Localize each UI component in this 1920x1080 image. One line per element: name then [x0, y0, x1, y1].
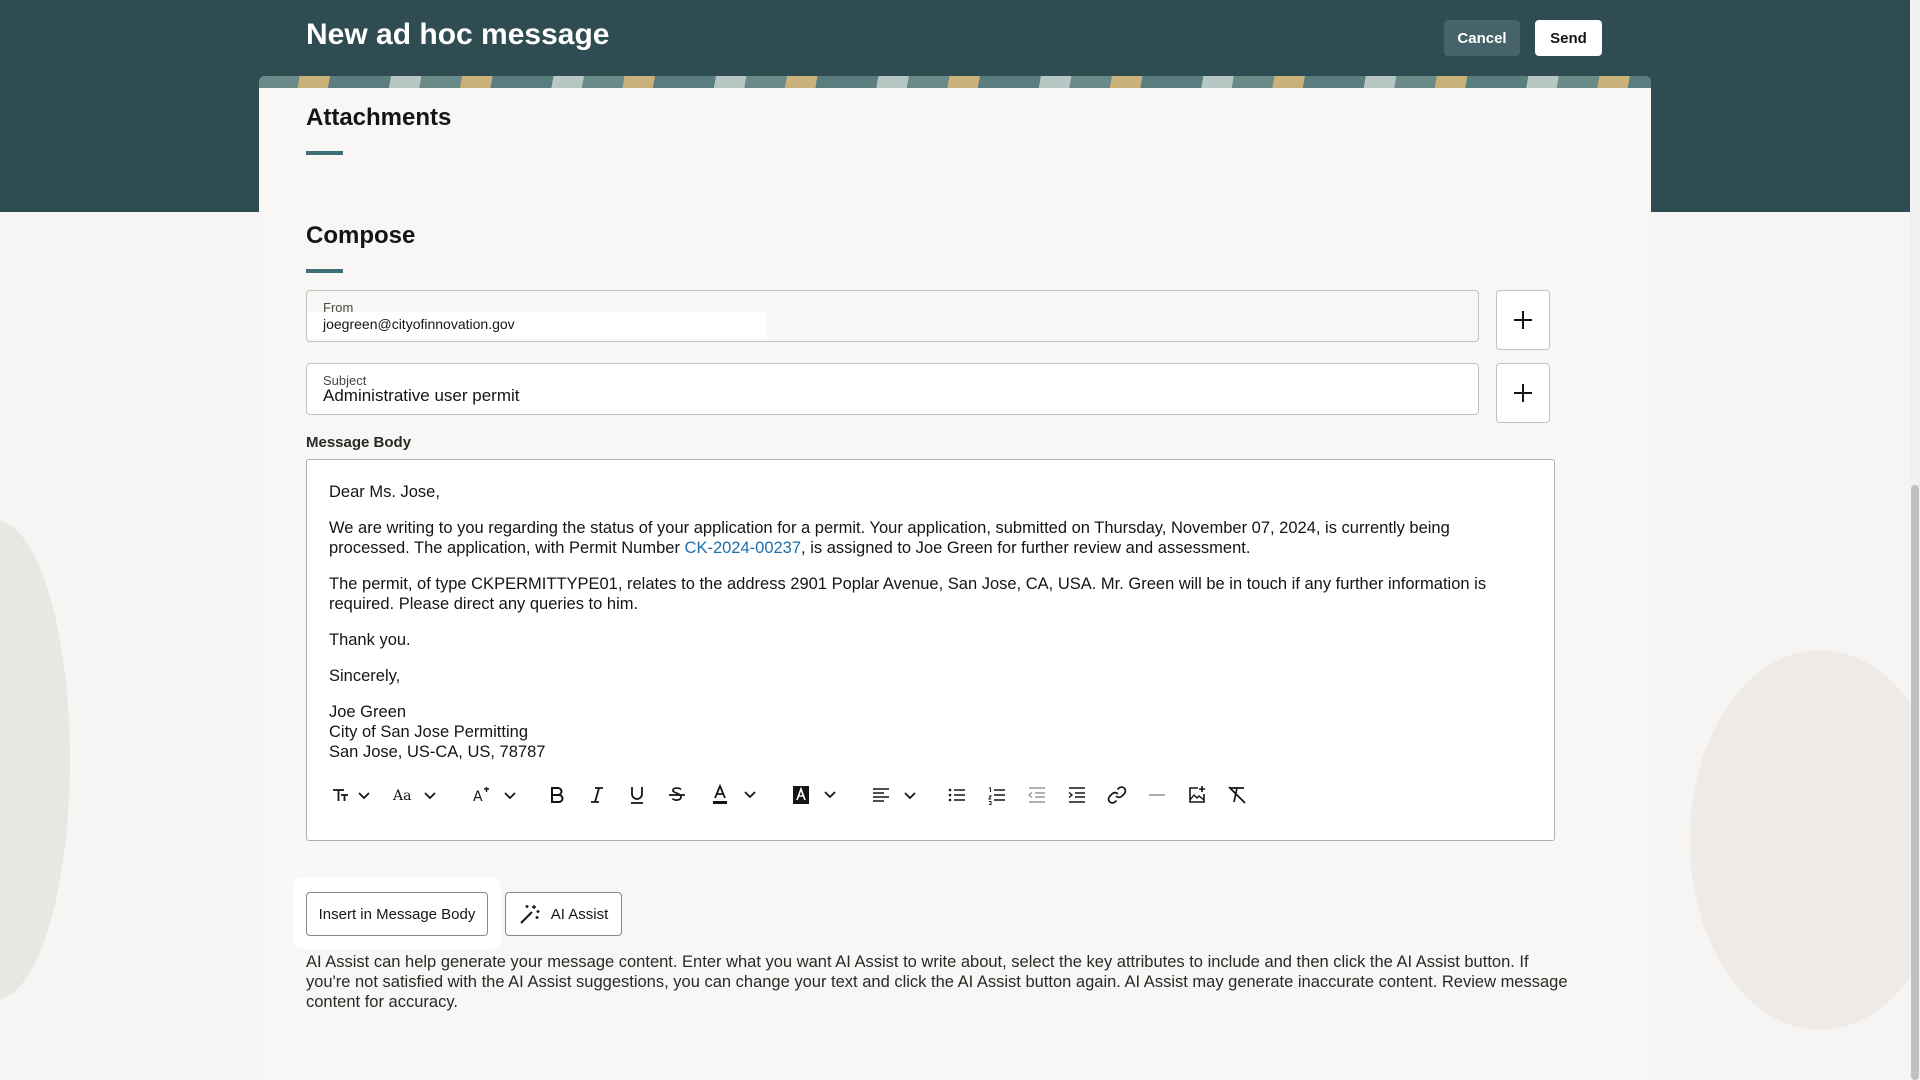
text-color-icon: [713, 784, 756, 804]
indent-button[interactable]: [1057, 780, 1097, 810]
highlight-color-icon: [793, 786, 836, 804]
signature-block: Joe Green City of San Jose Permitting Sa…: [329, 702, 1534, 762]
panel-decoration-strip: [259, 76, 1651, 88]
message-body-content[interactable]: Dear Ms. Jose, We are writing to you reg…: [329, 482, 1534, 762]
outdent-button[interactable]: [1017, 780, 1057, 810]
message-panel: Attachments Compose From joegreen@cityof…: [259, 76, 1651, 1080]
numbered-list-icon: [988, 787, 1005, 805]
svg-text:A: A: [473, 789, 483, 805]
plus-icon: [1514, 311, 1532, 329]
underline-button[interactable]: [617, 780, 657, 810]
svg-text:Aa: Aa: [392, 788, 411, 804]
signature-name: Joe Green: [329, 703, 407, 721]
background-decoration: [0, 520, 70, 1000]
horizontal-rule-icon: [1149, 794, 1165, 796]
indent-icon: [1068, 787, 1085, 803]
font-family-button[interactable]: Aa: [377, 780, 457, 810]
thanks-text: Thank you.: [329, 631, 411, 649]
page-title: New ad hoc message: [306, 18, 610, 51]
font-size-icon: A: [473, 787, 516, 805]
align-icon: [873, 788, 916, 802]
font-family-icon: Aa: [392, 788, 436, 804]
subject-add-button[interactable]: [1496, 363, 1550, 423]
ai-assist-label: AI Assist: [550, 905, 609, 923]
ai-assist-help-text: AI Assist can help generate your message…: [306, 953, 1568, 1011]
greeting-text: Dear Ms. Jose,: [329, 483, 440, 501]
highlight-color-button[interactable]: [777, 780, 857, 810]
strikethrough-button[interactable]: [657, 780, 697, 810]
message-body-label: Message Body: [306, 434, 412, 451]
text-color-button[interactable]: [697, 780, 777, 810]
italic-button[interactable]: [577, 780, 617, 810]
insert-image-icon: [1189, 786, 1205, 803]
insert-image-button[interactable]: [1177, 780, 1217, 810]
bullet-list-icon: [948, 788, 965, 802]
background-decoration-right: [1690, 650, 1920, 1030]
bullet-list-button[interactable]: [937, 780, 977, 810]
attachments-title: Attachments: [306, 104, 452, 131]
paragraph-format-icon: [333, 789, 370, 801]
signature-org: City of San Jose Permitting: [329, 723, 528, 741]
link-icon: [1107, 786, 1127, 804]
underline-icon: [631, 787, 643, 804]
paragraph-format-button[interactable]: [329, 780, 377, 810]
message-body-editor[interactable]: Dear Ms. Jose, We are writing to you reg…: [306, 459, 1555, 841]
magic-wand-icon: [520, 905, 540, 924]
horizontal-rule-button[interactable]: [1137, 780, 1177, 810]
closing-text: Sincerely,: [329, 667, 401, 685]
from-label: From: [323, 300, 354, 315]
paragraph-1: We are writing to you regarding the stat…: [329, 519, 1450, 557]
plus-icon: [1514, 384, 1532, 402]
editor-toolbar: Aa A: [329, 780, 1257, 810]
attachments-underline: [306, 151, 343, 155]
subject-value: Administrative user permit: [323, 386, 520, 405]
from-add-button[interactable]: [1496, 290, 1550, 350]
signature-address: San Jose, US-CA, US, 78787: [329, 743, 546, 761]
cancel-button[interactable]: Cancel: [1444, 20, 1520, 56]
font-size-button[interactable]: A: [457, 780, 537, 810]
paragraph-2: The permit, of type CKPERMITTYPE01, rela…: [329, 575, 1487, 613]
permit-number-link[interactable]: CK-2024-00237: [685, 539, 802, 557]
compose-title: Compose: [306, 222, 416, 249]
bold-button[interactable]: [537, 780, 577, 810]
outdent-icon: [1027, 787, 1045, 803]
bold-icon: [551, 787, 564, 803]
align-button[interactable]: [857, 780, 937, 810]
page-scrollbar[interactable]: [1910, 0, 1920, 1080]
insert-in-message-body-button[interactable]: Insert in Message Body: [306, 892, 488, 936]
link-button[interactable]: [1097, 780, 1137, 810]
from-field[interactable]: From joegreen@cityofinnovation.gov: [306, 290, 1479, 342]
subject-field[interactable]: Subject Administrative user permit: [306, 363, 1479, 415]
page-header: New ad hoc message Cancel Send: [259, 0, 1651, 78]
strikethrough-icon: [669, 787, 685, 801]
send-button[interactable]: Send: [1535, 20, 1602, 56]
compose-underline: [306, 269, 343, 273]
ai-assist-button[interactable]: AI Assist: [505, 892, 622, 936]
italic-icon: [591, 787, 603, 803]
numbered-list-button[interactable]: [977, 780, 1017, 810]
scrollbar-thumb[interactable]: [1911, 485, 1919, 1080]
clear-format-icon: [1228, 786, 1246, 804]
clear-format-button[interactable]: [1217, 780, 1257, 810]
from-value: joegreen@cityofinnovation.gov: [323, 316, 515, 332]
